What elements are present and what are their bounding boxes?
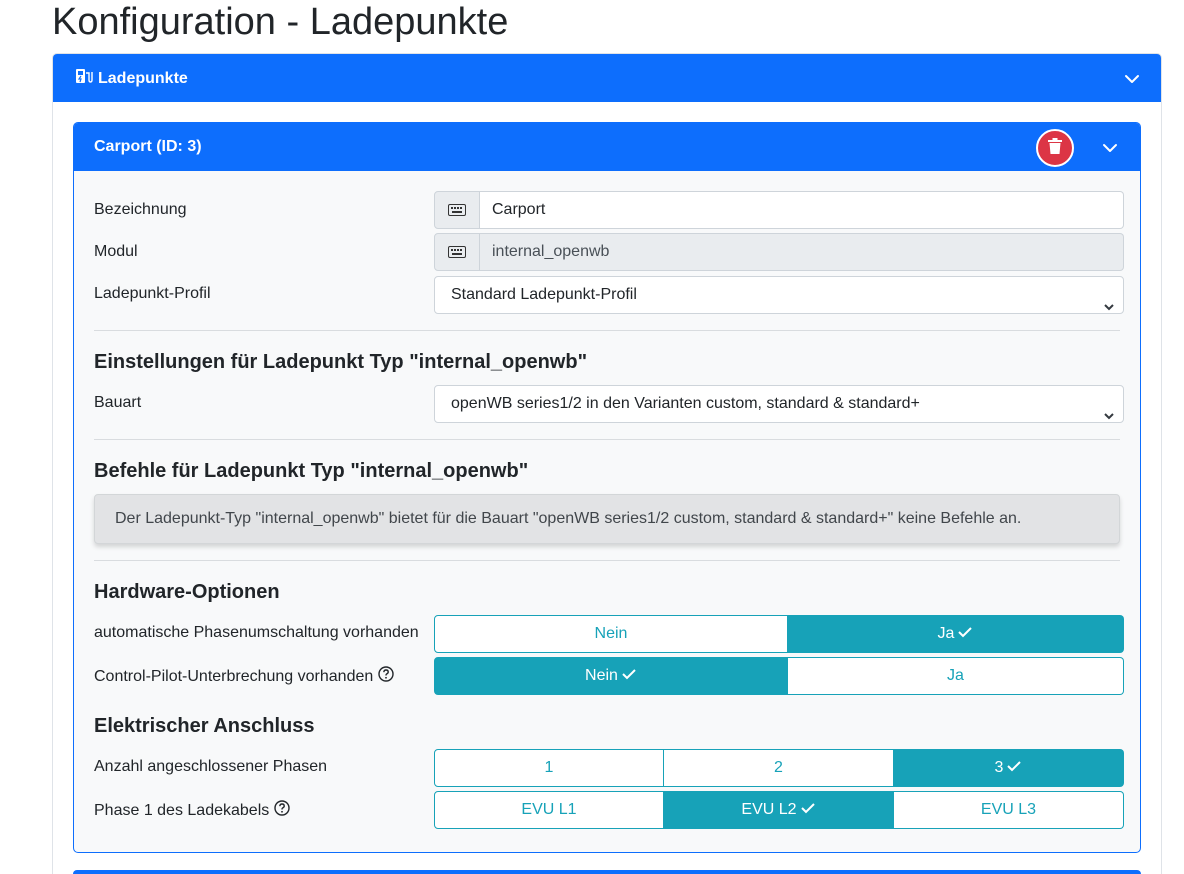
phase1-evu-l2-button[interactable]: EVU L2 <box>664 791 894 829</box>
ladepunkte-card: Ladepunkte Carport (ID: 3) Bezeichnung C… <box>52 53 1162 874</box>
name-input-group: Carport <box>434 191 1124 229</box>
bauart-label: Bauart <box>94 394 142 411</box>
type-settings-heading: Einstellungen für Ladepunkt Typ "interna… <box>94 351 588 373</box>
hardware-heading: Hardware-Optionen <box>94 581 280 603</box>
profile-select-value: Standard Ladepunkt-Profil <box>451 286 637 303</box>
keyboard-icon <box>434 233 480 271</box>
profile-select[interactable]: Standard Ladepunkt-Profil <box>434 276 1124 314</box>
cp-interrupt-ja-button[interactable]: Ja <box>788 657 1124 695</box>
phases-toggle: 1 2 3 <box>434 749 1124 787</box>
phase1-evu-l1-button[interactable]: EVU L1 <box>434 791 664 829</box>
ladepunkte-card-header[interactable]: Ladepunkte <box>53 54 1161 102</box>
phase1-label-row: Phase 1 des Ladekabels <box>94 800 290 821</box>
name-input[interactable]: Carport <box>480 191 1124 229</box>
next-chargepoint-card-header[interactable] <box>73 870 1141 874</box>
help-icon[interactable] <box>378 666 394 687</box>
commands-info-alert: Der Ladepunkt-Typ "internal_openwb" biet… <box>94 494 1120 544</box>
phase1-label: Phase 1 des Ladekabels <box>94 801 270 819</box>
module-label: Modul <box>94 243 138 260</box>
phases-label: Anzahl angeschlossener Phasen <box>94 758 328 775</box>
cp-interrupt-nein-button[interactable]: Nein <box>434 657 788 695</box>
check-icon <box>800 801 816 819</box>
check-icon <box>957 625 973 643</box>
phase-switch-ja-button[interactable]: Ja <box>788 615 1124 653</box>
check-icon <box>621 667 637 685</box>
bauart-select-value: openWB series1/2 in den Varianten custom… <box>451 395 920 412</box>
phase1-toggle: EVU L1 EVU L2 EVU L3 <box>434 791 1124 829</box>
chargepoint-title: Carport (ID: 3) <box>94 138 202 155</box>
cp-interrupt-label: Control-Pilot-Unterbrechung vorhanden <box>94 667 374 685</box>
divider <box>94 439 1120 440</box>
chevron-down-icon <box>1103 290 1115 326</box>
ladepunkte-card-title: Ladepunkte <box>98 69 188 87</box>
chevron-down-icon[interactable] <box>1101 139 1119 157</box>
chargepoint-card-header[interactable]: Carport (ID: 3) <box>74 123 1140 171</box>
delete-chargepoint-button[interactable] <box>1036 129 1074 167</box>
phase1-evu-l3-button[interactable]: EVU L3 <box>894 791 1124 829</box>
help-icon[interactable] <box>274 800 290 821</box>
cp-interrupt-label-row: Control-Pilot-Unterbrechung vorhanden <box>94 666 394 687</box>
name-label: Bezeichnung <box>94 201 187 218</box>
check-icon <box>1006 759 1022 777</box>
chevron-down-icon[interactable] <box>1123 70 1141 88</box>
trash-icon <box>1048 137 1062 159</box>
phases-2-button[interactable]: 2 <box>664 749 894 787</box>
charging-station-icon <box>75 68 98 89</box>
phases-3-button[interactable]: 3 <box>894 749 1124 787</box>
divider <box>94 330 1120 331</box>
phases-1-button[interactable]: 1 <box>434 749 664 787</box>
cp-interrupt-toggle: Nein Ja <box>434 657 1124 695</box>
keyboard-icon <box>434 191 480 229</box>
module-input-group: internal_openwb <box>434 233 1124 271</box>
chevron-down-icon <box>1103 399 1115 435</box>
chargepoint-card: Carport (ID: 3) Bezeichnung Carport Modu… <box>73 122 1141 853</box>
phase-switch-nein-button[interactable]: Nein <box>434 615 788 653</box>
phase-switch-label: automatische Phasenumschaltung vorhanden <box>94 624 419 641</box>
divider <box>94 560 1120 561</box>
bauart-select[interactable]: openWB series1/2 in den Varianten custom… <box>434 385 1124 423</box>
profile-label: Ladepunkt-Profil <box>94 285 211 302</box>
page-title: Konfiguration - Ladepunkte <box>52 1 509 43</box>
commands-heading: Befehle für Ladepunkt Typ "internal_open… <box>94 460 529 482</box>
module-input: internal_openwb <box>480 233 1124 271</box>
electrical-heading: Elektrischer Anschluss <box>94 715 315 737</box>
phase-switch-toggle: Nein Ja <box>434 615 1124 653</box>
